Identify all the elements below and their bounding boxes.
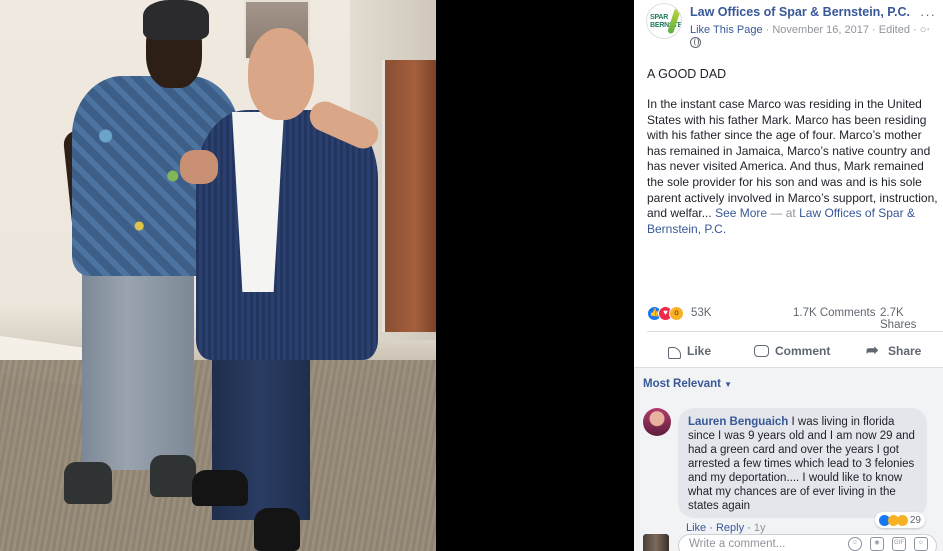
share-button[interactable]: Share xyxy=(866,341,921,361)
post-photo[interactable] xyxy=(0,0,436,551)
meta-separator: · xyxy=(909,24,920,36)
comment-filter-label: Most Relevant xyxy=(643,378,721,390)
share-label: Share xyxy=(888,344,922,358)
logo-text: BERNSTEIN xyxy=(650,22,682,29)
comment-label: Comment xyxy=(775,344,831,358)
camera-icon[interactable]: ◉ xyxy=(870,537,884,551)
post-header: SPAR BERNSTEIN Law Offices of Spar & Ber… xyxy=(646,3,943,51)
comment-button[interactable]: Comment xyxy=(754,341,830,361)
reply-bar: Write a comment... ☺ ◉ GIF ☺ xyxy=(634,534,943,551)
person-left-cap xyxy=(143,0,209,40)
meta-separator: · xyxy=(868,24,879,36)
post-title: A GOOD DAD xyxy=(647,67,727,81)
avatar xyxy=(643,534,669,551)
comment-bubble-icon xyxy=(754,345,769,357)
person-left-legs xyxy=(82,270,194,470)
like-page-link[interactable]: Like This Page xyxy=(690,24,763,36)
dropdown-caret-icon[interactable]: ⋅ xyxy=(926,24,930,36)
comment-bubble: Lauren Benguaich I was living in florida… xyxy=(678,408,927,518)
wow-reaction-icon xyxy=(896,514,908,526)
comment-actions: Like · Reply · 1y xyxy=(686,522,766,534)
page-logo-avatar[interactable]: SPAR BERNSTEIN xyxy=(646,3,682,39)
sticker-icon[interactable]: ☺ xyxy=(914,537,928,551)
person-left-shoe xyxy=(64,462,112,504)
post-meta: Like This Page · November 16, 2017 · Edi… xyxy=(690,23,930,36)
page-name-link[interactable]: Law Offices of Spar & Bernstein, P.C. xyxy=(690,5,910,19)
person-right-suit xyxy=(196,110,378,360)
meta-separator: · xyxy=(762,24,773,36)
handshake xyxy=(180,150,218,184)
reaction-count[interactable]: 53K xyxy=(691,307,711,319)
comment-like-link[interactable]: Like xyxy=(686,522,706,534)
post-body: In the instant case Marco was residing i… xyxy=(647,97,943,237)
write-comment-placeholder: Write a comment... xyxy=(689,538,786,550)
photo-viewer xyxy=(0,0,634,551)
divider xyxy=(647,331,943,332)
photo-door xyxy=(382,60,436,332)
person-left-shoe xyxy=(150,455,196,497)
comment-reply-link[interactable]: Reply xyxy=(716,522,744,534)
comment-reaction-count: 29 xyxy=(909,514,921,526)
person-right-shoe xyxy=(192,470,248,506)
emoji-icon[interactable]: ☺ xyxy=(848,537,862,551)
share-count-link[interactable]: 2.7K Shares xyxy=(880,307,943,331)
comment-filter-dropdown[interactable]: Most Relevant ▼ xyxy=(643,378,732,390)
comment-reactions[interactable]: 29 xyxy=(874,512,925,528)
gif-icon[interactable]: GIF xyxy=(892,537,906,551)
post-panel: SPAR BERNSTEIN Law Offices of Spar & Ber… xyxy=(634,0,943,551)
avatar[interactable] xyxy=(643,408,671,436)
post-body-text: In the instant case Marco was residing i… xyxy=(647,97,938,221)
reactions-bar: 👍 ♥ o 53K 1.7K Comments 2.7K Shares xyxy=(647,306,943,331)
logo-text: SPAR xyxy=(650,14,669,21)
like-button[interactable]: Like xyxy=(668,341,711,361)
person-right-head xyxy=(248,28,314,120)
globe-icon xyxy=(690,37,701,48)
wow-reaction-icon: o xyxy=(669,306,684,321)
share-arrow-icon xyxy=(866,341,882,359)
comment-text: I was living in florida since I was 9 ye… xyxy=(688,416,915,512)
chevron-down-icon: ▼ xyxy=(724,380,733,389)
comments-section: Most Relevant ▼ Lauren Benguaich I was l… xyxy=(634,367,943,551)
write-comment-input[interactable]: Write a comment... ☺ ◉ GIF ☺ xyxy=(678,534,937,551)
like-label: Like xyxy=(687,344,712,358)
comment-input-icons: ☺ ◉ GIF ☺ xyxy=(848,537,928,551)
more-options-icon[interactable]: ··· xyxy=(920,7,936,22)
comment-author-link[interactable]: Lauren Benguaich xyxy=(688,416,788,428)
comment-time[interactable]: 1y xyxy=(754,522,766,534)
post-date[interactable]: November 16, 2017 xyxy=(772,24,869,36)
post-actions: Like Comment Share xyxy=(634,335,943,365)
edited-label[interactable]: Edited xyxy=(879,24,910,36)
at-separator: — at xyxy=(767,206,800,221)
person-right-shoe xyxy=(254,508,300,551)
see-more-link[interactable]: See More xyxy=(715,206,767,220)
thumbs-up-icon xyxy=(668,346,681,359)
comment-count-link[interactable]: 1.7K Comments xyxy=(793,307,875,319)
logo-swoosh-icon xyxy=(667,7,681,35)
